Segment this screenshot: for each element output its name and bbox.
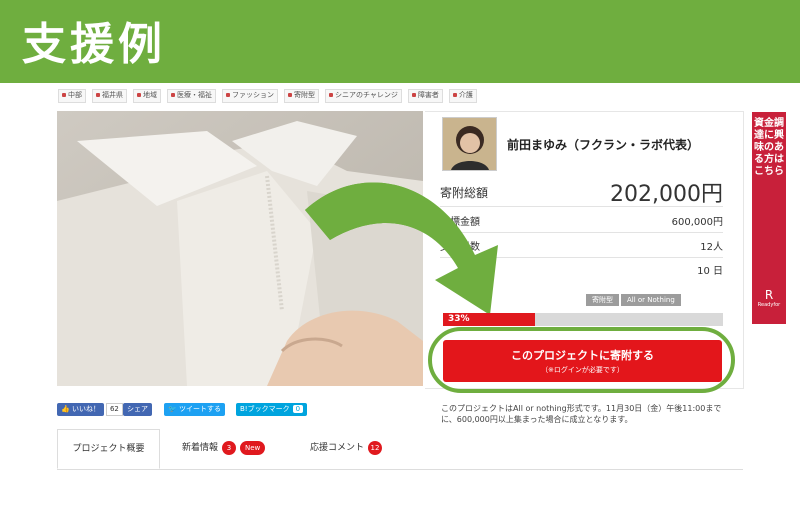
thumbs-up-icon: 👍 xyxy=(61,405,70,413)
logo-name: Readyfor xyxy=(757,302,781,308)
tag-icon xyxy=(452,93,457,97)
tag-item[interactable]: シニアのチャレンジ xyxy=(325,89,402,103)
tag-list: 中部 福井県 地域 医療・福祉 ファッション 寄附型 シニアのチャレンジ 障害者… xyxy=(58,89,477,103)
hatena-label: B!ブックマーク xyxy=(240,405,290,413)
tab-comments-label: 応援コメント xyxy=(310,443,365,453)
like-widget[interactable]: 👍 いいね！ 62 xyxy=(57,403,123,416)
tag-item[interactable]: 地域 xyxy=(133,89,161,103)
donate-button[interactable]: このプロジェクトに寄附する （※ログインが必要です） xyxy=(443,340,722,382)
tab-news[interactable]: 新着情報 3 New xyxy=(182,429,266,469)
tag-label: 福井県 xyxy=(102,91,123,99)
banner-title: 支援例 xyxy=(22,19,166,70)
hatena-bookmark-button[interactable]: B!ブックマーク 0 xyxy=(236,403,308,416)
readyfor-logo-icon: R Readyfor xyxy=(752,288,786,308)
tag-label: 障害者 xyxy=(417,91,439,99)
project-tabs: プロジェクト概要 新着情報 3 New 応援コメント 12 xyxy=(57,429,743,470)
supporters-value: 12人 xyxy=(700,242,723,253)
tag-item[interactable]: ファッション xyxy=(222,89,278,103)
tag-icon xyxy=(411,93,416,97)
tag-icon xyxy=(226,93,230,97)
tag-icon xyxy=(137,93,141,97)
tab-comments[interactable]: 応援コメント 12 xyxy=(310,429,383,469)
curved-arrow-overlay xyxy=(305,182,498,315)
tag-label: 中部 xyxy=(68,91,82,99)
tag-item[interactable]: 中部 xyxy=(58,89,86,103)
tag-icon xyxy=(96,93,100,97)
owner-photo xyxy=(443,118,496,170)
tag-icon xyxy=(62,93,66,97)
tag-item[interactable]: 福井県 xyxy=(92,89,127,103)
comments-count-badge: 12 xyxy=(368,440,383,455)
tag-label: シニアのチャレンジ xyxy=(335,91,398,99)
goal-value: 600,000円 xyxy=(671,217,723,228)
tag-item[interactable]: 介護 xyxy=(448,89,477,103)
tweet-label: ツイートする xyxy=(178,405,221,413)
tag-icon xyxy=(288,93,292,97)
tag-item[interactable]: 医療・福祉 xyxy=(167,89,216,103)
tag-item[interactable]: 障害者 xyxy=(407,89,443,103)
like-count: 62 xyxy=(105,403,123,416)
news-count-badge: 3 xyxy=(222,440,237,455)
new-badge: New xyxy=(240,440,266,455)
tab-overview[interactable]: プロジェクト概要 xyxy=(57,429,160,469)
tab-news-label: 新着情報 xyxy=(182,443,219,453)
tweet-button[interactable]: 🐦 ツイートする xyxy=(164,403,225,416)
twitter-bird-icon: 🐦 xyxy=(168,405,177,413)
like-button[interactable]: 👍 いいね！ xyxy=(57,403,104,416)
avatar[interactable] xyxy=(442,117,497,171)
tag-icon xyxy=(329,93,333,97)
progress-bar: 33% xyxy=(443,313,723,326)
remaining-value: 10 日 xyxy=(697,266,723,277)
raised-value: 202,000円 xyxy=(610,182,723,207)
logo-symbol: R xyxy=(764,288,774,302)
tag-label: 寄附型 xyxy=(294,91,315,99)
owner-name[interactable]: 前田まゆみ（フクラン・ラボ代表） xyxy=(507,136,699,153)
tag-label: 地域 xyxy=(143,91,157,99)
tag-label: 医療・福祉 xyxy=(177,91,212,99)
donate-button-label: このプロジェクトに寄附する xyxy=(511,349,654,362)
project-badges: 寄附型 All or Nothing xyxy=(586,294,681,306)
progress-text: 33% xyxy=(448,314,470,324)
tag-label: ファッション xyxy=(232,91,274,99)
donate-button-note: （※ログインが必要です） xyxy=(541,366,624,374)
tag-item[interactable]: 寄附型 xyxy=(284,89,319,103)
fundraising-side-banner[interactable]: 資金調達に興味のある方はこちら R Readyfor xyxy=(752,112,786,324)
all-or-nothing-notice: このプロジェクトはAll or nothing形式です。11月30日（金）午後1… xyxy=(441,404,722,424)
mode-badge: All or Nothing xyxy=(621,294,681,306)
share-button[interactable]: シェア xyxy=(123,403,152,416)
type-badge: 寄附型 xyxy=(586,294,619,306)
like-label: いいね！ xyxy=(71,405,100,413)
tag-label: 介護 xyxy=(458,91,473,99)
hatena-count: 0 xyxy=(292,405,304,413)
side-banner-text: 資金調達に興味のある方はこちら xyxy=(754,118,784,177)
header-banner: 支援例 xyxy=(0,0,800,83)
tag-icon xyxy=(171,93,175,97)
